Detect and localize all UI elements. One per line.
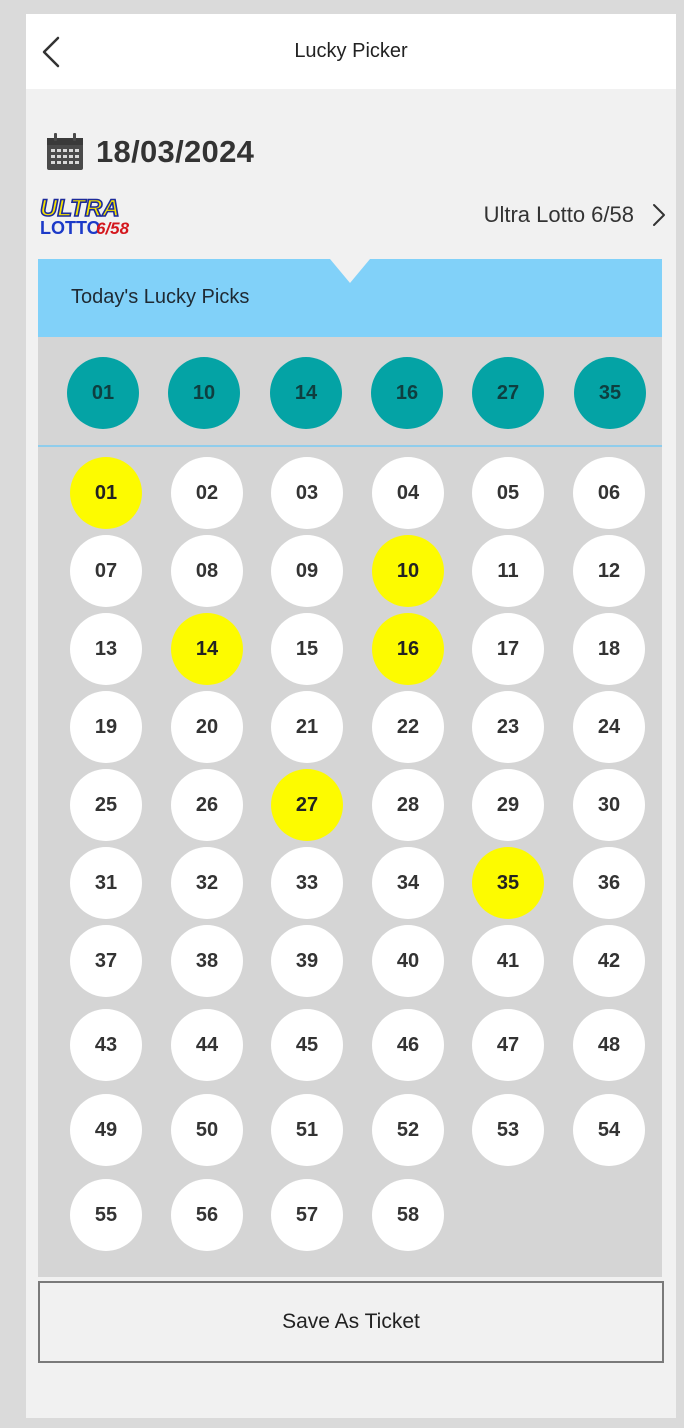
number-ball[interactable]: 09 [271,535,343,607]
date-display: 18/03/2024 [46,132,254,172]
svg-text:6/58: 6/58 [96,219,130,236]
number-ball[interactable]: 46 [372,1009,444,1081]
lucky-picks-title: Today's Lucky Picks [71,286,250,308]
number-ball[interactable]: 32 [171,847,243,919]
number-ball[interactable]: 26 [171,769,243,841]
pointer-notch [330,259,370,283]
lucky-pick-ball: 16 [371,357,443,429]
svg-text:LOTTO: LOTTO [40,218,101,236]
save-as-ticket-button[interactable]: Save As Ticket [38,1281,664,1363]
number-ball[interactable]: 37 [70,925,142,997]
game-row: ULTRA LOTTO 6/58 Ultra Lotto 6/58 [36,192,666,238]
number-ball-selected[interactable]: 10 [372,535,444,607]
app-screen: Lucky Picker 18/03/2024 ULTRA LOTTO 6/58… [26,14,676,1418]
chevron-right-icon [653,204,665,226]
number-ball[interactable]: 34 [372,847,444,919]
number-ball[interactable]: 19 [70,691,142,763]
number-ball[interactable]: 04 [372,457,444,529]
number-ball-selected[interactable]: 14 [171,613,243,685]
number-ball-selected[interactable]: 27 [271,769,343,841]
number-ball[interactable]: 42 [573,925,645,997]
number-ball[interactable]: 48 [573,1009,645,1081]
lucky-pick-ball: 14 [270,357,342,429]
ultra-lotto-logo: ULTRA LOTTO 6/58 [39,194,130,236]
number-ball-selected[interactable]: 16 [372,613,444,685]
number-ball[interactable]: 06 [573,457,645,529]
number-ball[interactable]: 24 [573,691,645,763]
lucky-pick-ball: 01 [67,357,139,429]
number-ball[interactable]: 15 [271,613,343,685]
number-ball-selected[interactable]: 01 [70,457,142,529]
game-selector[interactable]: Ultra Lotto 6/58 [484,192,666,238]
number-ball[interactable]: 23 [472,691,544,763]
lucky-pick-ball: 35 [574,357,646,429]
number-ball[interactable]: 31 [70,847,142,919]
number-ball[interactable]: 07 [70,535,142,607]
number-ball[interactable]: 08 [171,535,243,607]
number-ball[interactable]: 13 [70,613,142,685]
number-ball-selected[interactable]: 35 [472,847,544,919]
number-ball[interactable]: 36 [573,847,645,919]
number-ball[interactable]: 49 [70,1094,142,1166]
number-ball[interactable]: 41 [472,925,544,997]
number-ball[interactable]: 33 [271,847,343,919]
number-ball[interactable]: 45 [271,1009,343,1081]
number-ball[interactable]: 11 [472,535,544,607]
number-ball[interactable]: 21 [271,691,343,763]
number-ball[interactable]: 47 [472,1009,544,1081]
number-ball[interactable]: 40 [372,925,444,997]
number-ball[interactable]: 20 [171,691,243,763]
number-ball[interactable]: 44 [171,1009,243,1081]
lucky-picks-row: 01 10 14 16 27 35 [38,337,662,447]
number-ball[interactable]: 55 [70,1179,142,1251]
number-ball[interactable]: 29 [472,769,544,841]
number-ball[interactable]: 18 [573,613,645,685]
number-ball[interactable]: 57 [271,1179,343,1251]
number-ball[interactable]: 22 [372,691,444,763]
number-ball[interactable]: 53 [472,1094,544,1166]
number-ball[interactable]: 43 [70,1009,142,1081]
lucky-pick-ball: 10 [168,357,240,429]
number-ball[interactable]: 03 [271,457,343,529]
game-name: Ultra Lotto 6/58 [483,202,634,227]
number-ball[interactable]: 02 [171,457,243,529]
number-ball[interactable]: 28 [372,769,444,841]
number-ball[interactable]: 39 [271,925,343,997]
top-bar: Lucky Picker [26,14,676,89]
number-ball[interactable]: 54 [573,1094,645,1166]
number-ball[interactable]: 17 [472,613,544,685]
number-ball[interactable]: 30 [573,769,645,841]
number-ball[interactable]: 25 [70,769,142,841]
calendar-icon [47,133,83,170]
number-ball[interactable]: 12 [573,535,645,607]
number-ball[interactable]: 50 [171,1094,243,1166]
date-text: 18/03/2024 [96,134,255,169]
number-ball[interactable]: 56 [171,1179,243,1251]
lucky-pick-ball: 27 [472,357,544,429]
lucky-picks-header: Today's Lucky Picks [38,259,662,337]
page-title: Lucky Picker [294,40,408,62]
number-ball[interactable]: 52 [372,1094,444,1166]
number-ball[interactable]: 51 [271,1094,343,1166]
number-ball[interactable]: 38 [171,925,243,997]
number-ball[interactable]: 05 [472,457,544,529]
number-grid: 01 02 03 04 05 06 07 08 09 10 11 12 13 14 15 16 17 18 19 20… [38,447,662,1277]
number-ball[interactable]: 58 [372,1179,444,1251]
